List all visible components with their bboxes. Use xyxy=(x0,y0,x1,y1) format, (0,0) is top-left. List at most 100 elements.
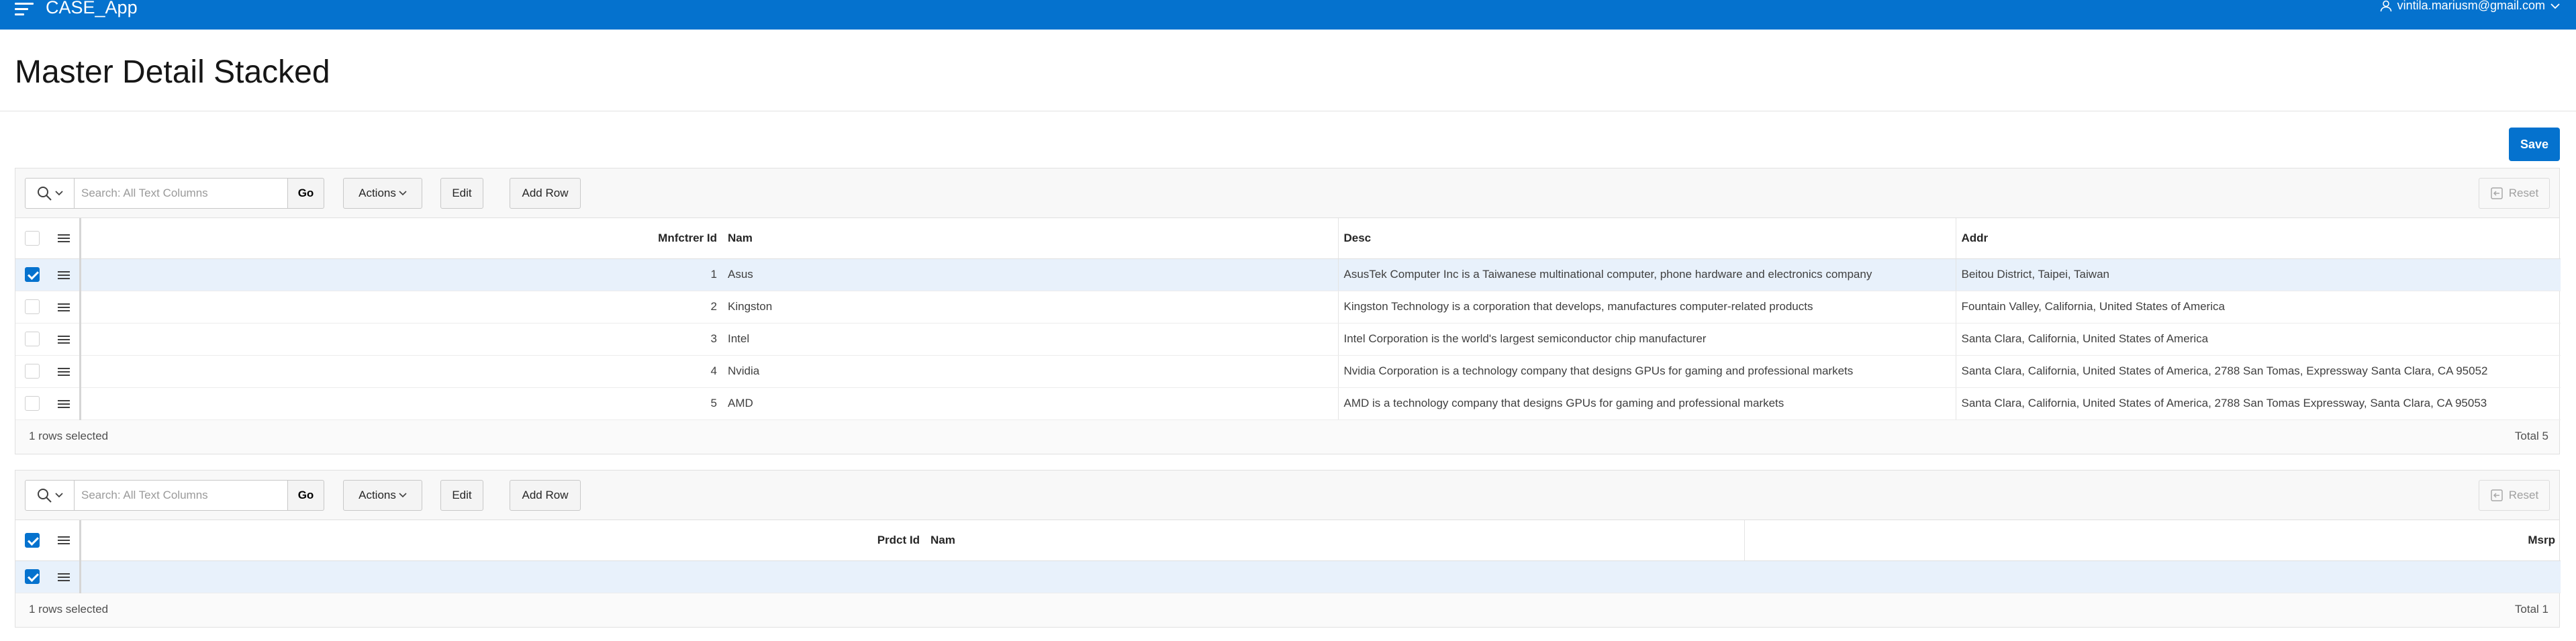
user-icon xyxy=(2380,0,2391,11)
cell-id[interactable]: 1 xyxy=(80,258,722,291)
table-row[interactable]: 3 Intel Intel Corporation is the world's… xyxy=(15,323,2561,356)
row-select-cell xyxy=(15,323,49,356)
master-table: Mnfctrer Id Nam Desc Addr 1 Asus AsusTek… xyxy=(15,218,2561,420)
detail-footer: 1 rows selected Total 1 xyxy=(15,593,2559,627)
search-column-selector[interactable] xyxy=(25,480,75,511)
master-toolbar: Go Actions Edit Add Row Reset xyxy=(15,168,2559,218)
search-column-selector[interactable] xyxy=(25,178,75,209)
master-edit-button[interactable]: Edit xyxy=(440,178,483,209)
detail-go-button[interactable]: Go xyxy=(288,480,324,511)
master-actions-button[interactable]: Actions xyxy=(343,178,422,209)
row-actions-cell xyxy=(49,387,81,420)
cell-desc[interactable]: AsusTek Computer Inc is a Taiwanese mult… xyxy=(1337,258,1956,291)
select-all-checkbox[interactable] xyxy=(25,230,40,246)
total-count-text: Total 5 xyxy=(2514,429,2548,442)
cell-nam[interactable]: Asus xyxy=(722,258,1338,291)
user-menu[interactable]: vintila.mariusm@gmail.com xyxy=(2380,0,2560,13)
table-row[interactable]: 2 Kingston Kingston Technology is a corp… xyxy=(15,291,2561,324)
chevron-down-icon xyxy=(399,493,407,498)
cell-nam[interactable]: Kingston xyxy=(722,291,1338,324)
cell-addr[interactable]: Santa Clara, California, United States o… xyxy=(1955,355,2561,388)
total-count-text: Total 1 xyxy=(2514,602,2548,615)
detail-add-row-button[interactable]: Add Row xyxy=(510,480,581,511)
col-header-prdct-id[interactable]: Prdct Id xyxy=(80,520,925,561)
actions-label: Actions xyxy=(359,187,396,199)
cell-id[interactable]: 3 xyxy=(80,323,722,356)
rows-selected-text: 1 rows selected xyxy=(29,429,109,442)
col-header-addr[interactable]: Addr xyxy=(1955,218,2561,259)
row-select-cell xyxy=(15,291,49,324)
cell-nam[interactable]: Nvidia xyxy=(722,355,1338,388)
row-checkbox[interactable] xyxy=(25,332,40,346)
row-select-cell xyxy=(15,560,49,593)
cell-desc[interactable]: Intel Corporation is the world's largest… xyxy=(1337,323,1956,356)
chevron-down-icon xyxy=(399,191,407,196)
cell-desc[interactable]: Nvidia Corporation is a technology compa… xyxy=(1337,355,1956,388)
row-checkbox[interactable] xyxy=(25,364,40,379)
top-nav-bar: CASE_App vintila.mariusm@gmail.com xyxy=(0,0,2576,30)
row-checkbox[interactable] xyxy=(25,299,40,314)
cell-addr[interactable]: Santa Clara, California, United States o… xyxy=(1955,387,2561,420)
actions-label: Actions xyxy=(359,489,396,501)
cell-desc[interactable]: Kingston Technology is a corporation tha… xyxy=(1337,291,1956,324)
hamburger-icon[interactable] xyxy=(58,232,70,244)
row-menu-icon[interactable] xyxy=(58,301,70,313)
row-checkbox[interactable] xyxy=(25,267,40,282)
col-header-desc[interactable]: Desc xyxy=(1337,218,1956,259)
col-header-nam[interactable]: Nam xyxy=(722,218,1338,259)
master-footer: 1 rows selected Total 5 xyxy=(15,420,2559,454)
row-checkbox[interactable] xyxy=(25,396,40,411)
cell-id[interactable]: 4 xyxy=(80,355,722,388)
cell-msrp[interactable] xyxy=(1744,560,2561,593)
row-checkbox[interactable] xyxy=(25,569,40,584)
chevron-down-icon xyxy=(55,493,63,498)
table-row[interactable]: 5 AMD AMD is a technology company that d… xyxy=(15,387,2561,420)
detail-header-row: Prdct Id Nam Msrp xyxy=(15,520,2561,561)
row-menu-icon[interactable] xyxy=(58,269,70,281)
cell-nam[interactable] xyxy=(925,560,1744,593)
row-actions-header xyxy=(49,218,81,259)
detail-toolbar: Go Actions Edit Add Row Reset xyxy=(15,471,2559,520)
detail-table: Prdct Id Nam Msrp xyxy=(15,520,2561,593)
hamburger-icon[interactable] xyxy=(58,534,70,546)
col-header-msrp[interactable]: Msrp xyxy=(1744,520,2561,561)
cell-prdct-id[interactable] xyxy=(80,560,925,593)
row-actions-cell xyxy=(49,355,81,388)
detail-edit-button[interactable]: Edit xyxy=(440,480,483,511)
master-go-button[interactable]: Go xyxy=(288,178,324,209)
table-row[interactable]: 4 Nvidia Nvidia Corporation is a technol… xyxy=(15,355,2561,388)
row-menu-icon[interactable] xyxy=(58,398,70,410)
row-menu-icon[interactable] xyxy=(58,334,70,346)
cell-addr[interactable]: Santa Clara, California, United States o… xyxy=(1955,323,2561,356)
app-title[interactable]: CASE_App xyxy=(46,0,138,18)
rows-selected-text: 1 rows selected xyxy=(29,602,109,615)
row-actions-cell xyxy=(49,560,81,593)
cell-addr[interactable]: Beitou District, Taipei, Taiwan xyxy=(1955,258,2561,291)
row-menu-icon[interactable] xyxy=(58,366,70,378)
cell-addr[interactable]: Fountain Valley, California, United Stat… xyxy=(1955,291,2561,324)
detail-actions-button[interactable]: Actions xyxy=(343,480,422,511)
reset-icon xyxy=(2491,489,2503,501)
detail-reset-button[interactable]: Reset xyxy=(2479,480,2550,511)
cell-id[interactable]: 2 xyxy=(80,291,722,324)
table-row[interactable] xyxy=(15,560,2561,593)
master-add-row-button[interactable]: Add Row xyxy=(510,178,581,209)
detail-search-input[interactable] xyxy=(75,480,288,511)
master-reset-button[interactable]: Reset xyxy=(2479,178,2550,209)
row-select-cell xyxy=(15,355,49,388)
navigation-menu-icon[interactable] xyxy=(15,3,34,17)
row-select-cell xyxy=(15,387,49,420)
col-header-mnfctrer-id[interactable]: Mnfctrer Id xyxy=(80,218,722,259)
cell-nam[interactable]: AMD xyxy=(722,387,1338,420)
cell-nam[interactable]: Intel xyxy=(722,323,1338,356)
save-button[interactable]: Save xyxy=(2509,128,2560,161)
cell-desc[interactable]: AMD is a technology company that designs… xyxy=(1337,387,1956,420)
select-all-checkbox[interactable] xyxy=(25,532,40,548)
cell-id[interactable]: 5 xyxy=(80,387,722,420)
col-header-nam[interactable]: Nam xyxy=(925,520,1744,561)
master-search-input[interactable] xyxy=(75,178,288,209)
table-row[interactable]: 1 Asus AsusTek Computer Inc is a Taiwane… xyxy=(15,258,2561,291)
user-email: vintila.mariusm@gmail.com xyxy=(2397,0,2545,12)
select-all-cell xyxy=(15,520,49,561)
row-menu-icon[interactable] xyxy=(58,571,70,583)
